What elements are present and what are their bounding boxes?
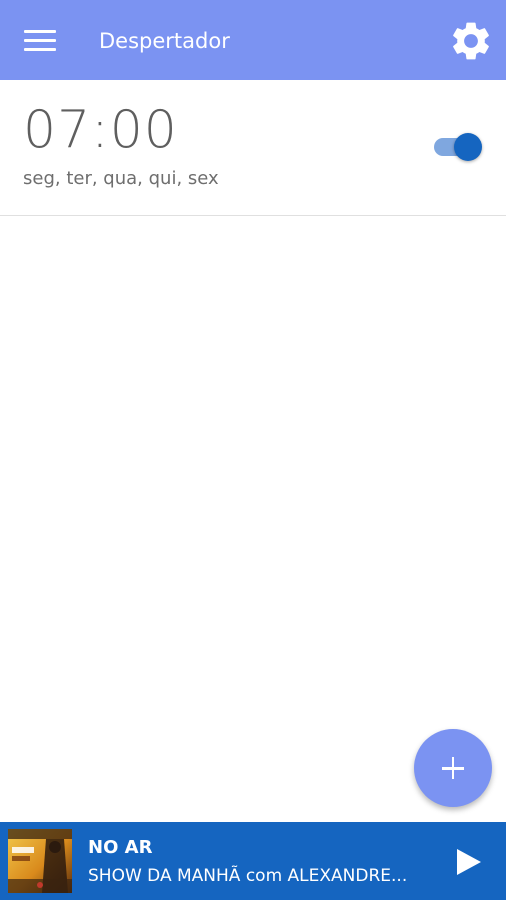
album-art[interactable] [8, 829, 72, 893]
alarm-days: seg, ter, qua, qui, sex [23, 168, 219, 189]
app-bar: Despertador [0, 0, 506, 80]
play-icon[interactable] [448, 842, 488, 882]
alarm-time: 07:00 [23, 100, 178, 160]
menu-icon[interactable] [16, 22, 64, 58]
alarm-item[interactable]: 07:00 seg, ter, qua, qui, sex [0, 80, 506, 216]
radio-player: NO AR SHOW DA MANHÃ com ALEXANDRE... [0, 822, 506, 900]
toggle-thumb [454, 133, 482, 161]
player-status: NO AR [88, 837, 153, 858]
page-title: Despertador [99, 29, 230, 53]
add-alarm-button[interactable] [414, 729, 492, 807]
gear-icon[interactable] [448, 18, 494, 64]
alarm-toggle[interactable] [430, 130, 486, 162]
player-show-title: SHOW DA MANHÃ com ALEXANDRE... [88, 866, 408, 886]
